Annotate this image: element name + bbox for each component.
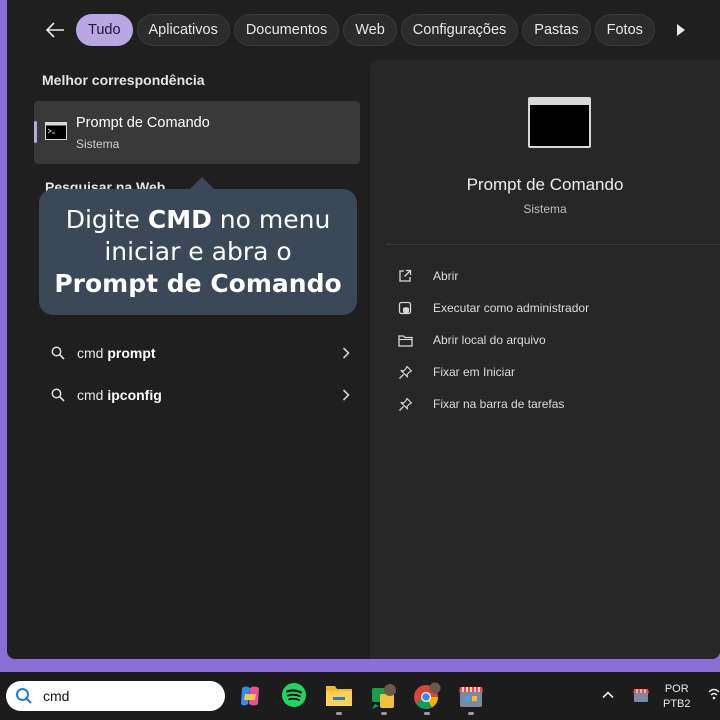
spotify-icon[interactable] [281, 682, 309, 710]
tooltip-line-1: Digite CMD no menu [65, 205, 331, 234]
search-icon [43, 346, 73, 360]
tab-documentos[interactable]: Documentos [233, 14, 340, 46]
command-prompt-icon [45, 122, 67, 145]
wifi-icon[interactable] [708, 687, 720, 706]
chevron-right-icon [342, 346, 350, 364]
divider [386, 244, 720, 245]
tab-pastas[interactable]: Pastas [522, 14, 591, 46]
best-match-subtitle: Sistema [76, 137, 120, 151]
shield-admin-icon [396, 299, 414, 317]
web-suggestion-label: cmd prompt [77, 345, 156, 361]
details-title: Prompt de Comando [466, 175, 624, 194]
action-label: Fixar na barra de tarefas [433, 397, 565, 411]
keyboard-layout: PTB2 [663, 698, 691, 710]
web-suggestion-cmd-prompt[interactable]: cmd prompt [37, 335, 360, 371]
tab-configuracoes[interactable]: Configurações [400, 14, 519, 46]
language-code: POR [664, 683, 689, 695]
best-match-result[interactable]: Prompt de Comando Sistema [34, 101, 360, 164]
play-arrow-icon [676, 24, 685, 36]
taskbar: POR PTB2 [0, 672, 720, 720]
tab-tudo[interactable]: Tudo [76, 14, 133, 46]
search-input[interactable] [43, 688, 213, 704]
tab-web[interactable]: Web [343, 14, 397, 46]
chevron-up-icon[interactable] [600, 687, 616, 703]
action-executar-como-administrador[interactable]: Executar como administrador [396, 295, 696, 321]
action-label: Abrir [433, 269, 459, 283]
best-match-heading: Melhor correspondência [42, 72, 205, 88]
web-suggestion-cmd-ipconfig[interactable]: cmd ipconfig [37, 377, 360, 413]
web-suggestion-label: cmd ipconfig [77, 387, 162, 403]
store-icon[interactable] [457, 682, 485, 715]
action-label: Abrir local do arquivo [433, 333, 546, 347]
back-button[interactable] [35, 14, 75, 46]
selection-indicator [34, 121, 37, 143]
pin-icon [396, 395, 414, 413]
input-language-indicator[interactable]: POR PTB2 [663, 682, 691, 712]
filter-bar: Tudo Aplicativos Documentos Web Configur… [7, 12, 720, 48]
tooltip-line-2: iniciar e abra o [104, 237, 292, 266]
folder-icon [396, 331, 414, 349]
start-search-panel: Tudo Aplicativos Documentos Web Configur… [7, 0, 720, 659]
taskbar-search-box[interactable] [6, 681, 225, 711]
whatsapp-icon[interactable] [370, 682, 398, 715]
pin-icon [396, 363, 414, 381]
search-icon [43, 388, 73, 402]
more-filters-button[interactable] [667, 14, 695, 46]
instruction-tooltip: Digite CMD no menu iniciar e abra o Prom… [39, 177, 357, 315]
open-external-icon [396, 267, 414, 285]
tab-aplicativos[interactable]: Aplicativos [136, 14, 230, 46]
store-tray-icon[interactable] [632, 686, 650, 704]
search-icon [15, 687, 35, 705]
action-abrir[interactable]: Abrir [396, 263, 696, 289]
action-fixar-em-iniciar[interactable]: Fixar em Iniciar [396, 359, 696, 385]
details-subtitle: Sistema [523, 202, 567, 216]
tab-fotos[interactable]: Fotos [594, 14, 655, 46]
action-label: Fixar em Iniciar [433, 365, 516, 379]
arrow-left-icon [45, 22, 64, 38]
best-match-title: Prompt de Comando [76, 115, 210, 131]
command-prompt-large-icon [528, 97, 591, 148]
action-abrir-local-do-arquivo[interactable]: Abrir local do arquivo [396, 327, 696, 353]
file-explorer-icon[interactable] [325, 682, 353, 715]
action-fixar-na-barra-de-tarefas[interactable]: Fixar na barra de tarefas [396, 391, 696, 417]
chevron-right-icon [342, 388, 350, 406]
details-pane: Prompt de Comando Sistema Abrir Executar… [370, 60, 720, 659]
copilot-icon[interactable] [236, 682, 264, 710]
tooltip-line-3: Prompt de Comando [54, 269, 342, 298]
chrome-icon[interactable] [413, 682, 441, 715]
action-label: Executar como administrador [433, 301, 590, 315]
